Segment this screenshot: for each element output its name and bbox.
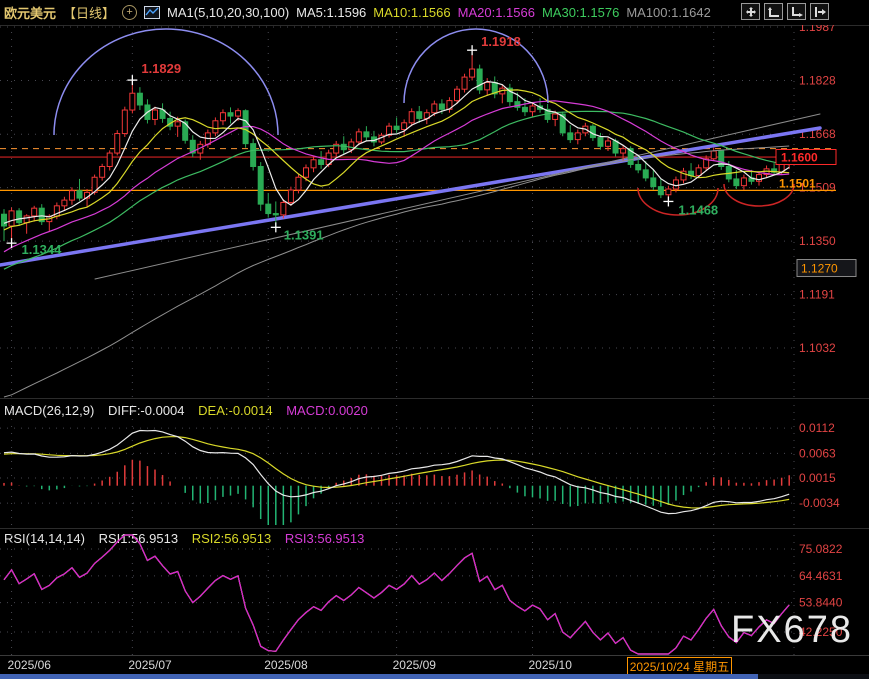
toolbar-scale-y-icon[interactable] xyxy=(764,3,783,20)
time-label: 2025/10 xyxy=(529,658,572,672)
svg-text:53.8440: 53.8440 xyxy=(799,596,843,610)
toolbar-move-icon[interactable] xyxy=(741,3,760,20)
scrollbar-thumb[interactable] xyxy=(0,674,758,679)
chart-type-icon[interactable] xyxy=(144,6,160,19)
time-label: 2025/07 xyxy=(128,658,171,672)
ma-group-label: MA1(5,10,20,30,100) xyxy=(167,5,289,20)
svg-text:1.1501: 1.1501 xyxy=(779,176,816,190)
ma10-value: MA10:1.1566 xyxy=(373,5,450,20)
ma5-value: MA5:1.1596 xyxy=(296,5,366,20)
svg-text:1.1032: 1.1032 xyxy=(799,341,836,355)
svg-text:1.1828: 1.1828 xyxy=(799,73,836,87)
ma20-value: MA20:1.1566 xyxy=(458,5,535,20)
svg-text:1.1391: 1.1391 xyxy=(284,227,324,242)
svg-text:1.1344: 1.1344 xyxy=(22,242,63,257)
svg-text:1.1270: 1.1270 xyxy=(801,262,838,276)
svg-text:0.0015: 0.0015 xyxy=(799,471,836,485)
svg-text:-0.0034: -0.0034 xyxy=(799,496,840,510)
svg-text:1.1468: 1.1468 xyxy=(678,202,718,217)
svg-text:1.1191: 1.1191 xyxy=(799,288,835,302)
svg-text:0.0063: 0.0063 xyxy=(799,446,836,460)
time-label: 2025/08 xyxy=(264,658,307,672)
time-axis: 2025/062025/072025/082025/092025/102025/… xyxy=(0,655,869,675)
main-price-chart[interactable]: 1.19871.18281.16681.15091.13501.11911.10… xyxy=(0,25,869,398)
svg-text:64.4631: 64.4631 xyxy=(799,569,843,583)
svg-text:0.0112: 0.0112 xyxy=(799,421,835,435)
fx678-watermark: FX678 xyxy=(731,609,853,652)
toolbar-scale-x-icon[interactable] xyxy=(787,3,806,20)
macd-panel-plot[interactable]: 0.0112 0.0063 0.0015 -0.0034 xyxy=(0,398,869,528)
svg-text:1.1829: 1.1829 xyxy=(141,61,181,76)
symbol-title: 欧元美元 xyxy=(4,3,56,22)
chart-header: 欧元美元 【日线】 + MA1(5,10,20,30,100) MA5:1.15… xyxy=(0,0,869,25)
add-indicator-icon[interactable]: + xyxy=(122,5,137,20)
svg-text:75.0822: 75.0822 xyxy=(799,542,843,556)
time-label: 2025/09 xyxy=(393,658,436,672)
time-label: 2025/06 xyxy=(8,658,51,672)
trading-chart-window: 欧元美元 【日线】 + MA1(5,10,20,30,100) MA5:1.15… xyxy=(0,0,869,679)
toolbar-pan-right-icon[interactable] xyxy=(810,3,829,20)
svg-text:1.1350: 1.1350 xyxy=(799,234,836,248)
ma100-value: MA100:1.1642 xyxy=(626,5,711,20)
svg-text:1.1600: 1.1600 xyxy=(781,151,818,165)
ma30-value: MA30:1.1576 xyxy=(542,5,619,20)
svg-text:1.1987: 1.1987 xyxy=(799,25,836,34)
chart-toolbar xyxy=(741,3,829,20)
period-label: 【日线】 xyxy=(63,3,115,22)
svg-text:1.1918: 1.1918 xyxy=(481,34,521,49)
